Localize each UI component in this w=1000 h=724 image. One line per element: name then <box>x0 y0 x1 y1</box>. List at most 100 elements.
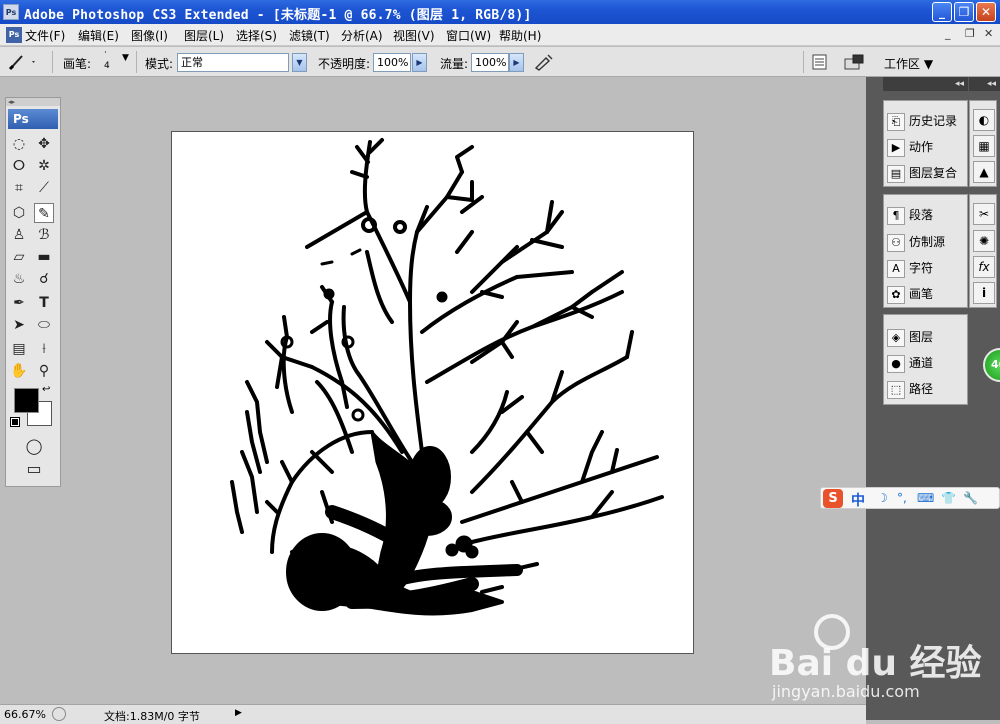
sogou-logo-icon[interactable]: S <box>823 489 843 508</box>
photoshop-logo-icon: Ps <box>3 4 19 20</box>
actions-icon: ▶ <box>887 138 905 157</box>
brush-dropdown-icon[interactable]: ▼ <box>122 53 129 63</box>
mode-dropdown-icon[interactable]: ▼ <box>292 53 307 72</box>
dodge-tool-icon[interactable]: ☌ <box>34 269 54 289</box>
menu-window[interactable]: 窗口(W) <box>446 27 491 44</box>
brush-size-value[interactable]: 4 <box>104 61 110 71</box>
blur-tool-icon[interactable]: ♨ <box>9 269 29 289</box>
gradient-tool-icon[interactable]: ▬ <box>34 247 54 267</box>
icon-column-collapse-button[interactable]: ◂◂ <box>969 77 1000 91</box>
color-icon[interactable]: ◐ <box>973 109 995 131</box>
pen-tool-icon[interactable]: ✒ <box>9 293 29 313</box>
minimize-button[interactable]: _ <box>932 2 952 22</box>
clone-stamp-tool-icon[interactable]: ♙ <box>9 225 29 245</box>
crop-tool-icon[interactable]: ⌗ <box>9 178 29 198</box>
menu-layer[interactable]: 图层(L) <box>184 27 224 44</box>
title-bar: Ps Adobe Photoshop CS3 Extended - [未标题-1… <box>0 0 1000 24</box>
palette-well-icon[interactable] <box>810 53 830 71</box>
doc-close-button[interactable]: ✕ <box>984 27 993 40</box>
zoom-tool-icon[interactable]: ⚲ <box>34 361 54 381</box>
default-colors-icon[interactable] <box>10 417 20 427</box>
zoom-level[interactable]: 66.67% <box>4 708 46 721</box>
layer-comps-icon: ▤ <box>887 164 905 183</box>
panel-character[interactable]: A 字符 <box>887 257 967 279</box>
close-button[interactable]: ✕ <box>976 2 996 22</box>
menu-filter[interactable]: 滤镜(T) <box>289 27 330 44</box>
eraser-tool-icon[interactable]: ▱ <box>9 247 29 267</box>
menu-image[interactable]: 图像(I) <box>131 27 168 44</box>
restore-button[interactable]: ❐ <box>954 2 974 22</box>
panel-paragraph[interactable]: ¶ 段落 <box>887 204 967 226</box>
history-brush-tool-icon[interactable]: ℬ <box>34 225 54 245</box>
path-selection-tool-icon[interactable]: ➤ <box>9 315 29 335</box>
bridge-icon[interactable] <box>843 53 864 71</box>
panel-clone-source[interactable]: ⚇ 仿制源 <box>887 231 967 253</box>
eyedropper-tool-icon[interactable]: ⟊ <box>34 339 54 359</box>
ime-toolbar: S 中 ☽ °, ⌨ 👕 🔧 <box>820 487 1000 509</box>
swatches-icon[interactable]: ▦ <box>973 135 995 157</box>
tool-presets-icon[interactable]: ✂ <box>973 203 995 225</box>
toolbox-logo[interactable]: Ps <box>8 109 58 129</box>
status-arrow-icon[interactable]: ▶ <box>235 708 242 718</box>
styles-icon[interactable]: fx <box>973 256 995 278</box>
menu-analysis[interactable]: 分析(A) <box>341 27 383 44</box>
flow-slider-icon[interactable]: ▶ <box>509 53 524 72</box>
mode-select[interactable]: 正常 <box>177 53 289 72</box>
swap-colors-icon[interactable]: ↩ <box>42 384 50 395</box>
opacity-slider-icon[interactable]: ▶ <box>412 53 427 72</box>
screen-mode-icon[interactable]: ▭ <box>24 459 44 479</box>
animation-icon[interactable]: ✺ <box>973 230 995 252</box>
paragraph-icon: ¶ <box>887 206 905 225</box>
menu-file[interactable]: 文件(F) <box>25 27 65 44</box>
healing-brush-tool-icon[interactable]: ⬡ <box>9 203 29 223</box>
lasso-tool-icon[interactable]: ⵔ <box>9 156 29 176</box>
skin-icon[interactable]: 👕 <box>941 491 956 505</box>
settings-wrench-icon[interactable]: 🔧 <box>963 491 978 505</box>
flow-input[interactable]: 100% <box>471 53 509 72</box>
type-tool-icon[interactable]: T <box>34 293 54 313</box>
keyboard-icon[interactable]: ⌨ <box>917 491 934 505</box>
quick-mask-icon[interactable]: ◯ <box>24 436 44 456</box>
menu-help[interactable]: 帮助(H) <box>499 27 541 44</box>
workspace-menu[interactable]: 工作区 ▼ <box>884 55 933 72</box>
channels-icon: ● <box>887 354 905 373</box>
panel-layer-comps[interactable]: ▤ 图层复合 <box>887 162 967 184</box>
document-icon[interactable]: Ps <box>6 27 22 43</box>
doc-minimize-button[interactable]: _ <box>945 27 951 40</box>
panel-history[interactable]: ⎗ 历史记录 <box>887 110 967 132</box>
moon-icon[interactable]: ☽ <box>877 491 888 505</box>
ime-language[interactable]: 中 <box>851 490 865 510</box>
panel-actions[interactable]: ▶ 动作 <box>887 136 967 158</box>
marquee-tool-icon[interactable]: ◌ <box>9 134 29 154</box>
menu-edit[interactable]: 编辑(E) <box>78 27 119 44</box>
panels-collapse-button[interactable]: ◂◂ <box>883 77 968 91</box>
panel-layers[interactable]: ◈ 图层 <box>887 326 967 348</box>
punctuation-icon[interactable]: °, <box>897 491 907 505</box>
panel-brushes[interactable]: ✿ 画笔 <box>887 283 967 305</box>
menu-view[interactable]: 视图(V) <box>393 27 435 44</box>
move-tool-icon[interactable]: ✥ <box>34 134 54 154</box>
airbrush-icon[interactable] <box>534 53 554 71</box>
brush-preset-icon[interactable] <box>8 53 35 71</box>
navigator-icon[interactable]: ▲ <box>973 161 995 183</box>
document-canvas[interactable] <box>171 131 694 654</box>
brush-tool-icon[interactable]: ✎ <box>34 203 54 223</box>
notes-tool-icon[interactable]: ▤ <box>9 339 29 359</box>
brushes-icon: ✿ <box>887 285 905 304</box>
panel-channels[interactable]: ● 通道 <box>887 352 967 374</box>
magic-wand-tool-icon[interactable]: ✲ <box>34 156 54 176</box>
menu-select[interactable]: 选择(S) <box>236 27 277 44</box>
hand-tool-icon[interactable]: ✋ <box>9 361 29 381</box>
doc-restore-button[interactable]: ❐ <box>965 27 975 40</box>
opacity-input[interactable]: 100% <box>373 53 411 72</box>
panel-layers-label: 图层 <box>909 330 934 344</box>
document-info: 文档:1.83M/0 字节 <box>104 710 200 723</box>
slice-tool-icon[interactable]: ⟋ <box>34 178 54 198</box>
toolbox-grip[interactable]: ◂▸ <box>6 98 60 106</box>
shape-tool-icon[interactable]: ⬭ <box>34 315 54 335</box>
panel-paths[interactable]: ⬚ 路径 <box>887 378 967 400</box>
foreground-color-swatch[interactable] <box>14 388 39 413</box>
status-menu-icon[interactable] <box>52 707 66 721</box>
info-icon[interactable]: i <box>973 282 995 304</box>
panel-group-paragraph: ¶ 段落 ⚇ 仿制源 A 字符 ✿ 画笔 <box>883 194 968 308</box>
